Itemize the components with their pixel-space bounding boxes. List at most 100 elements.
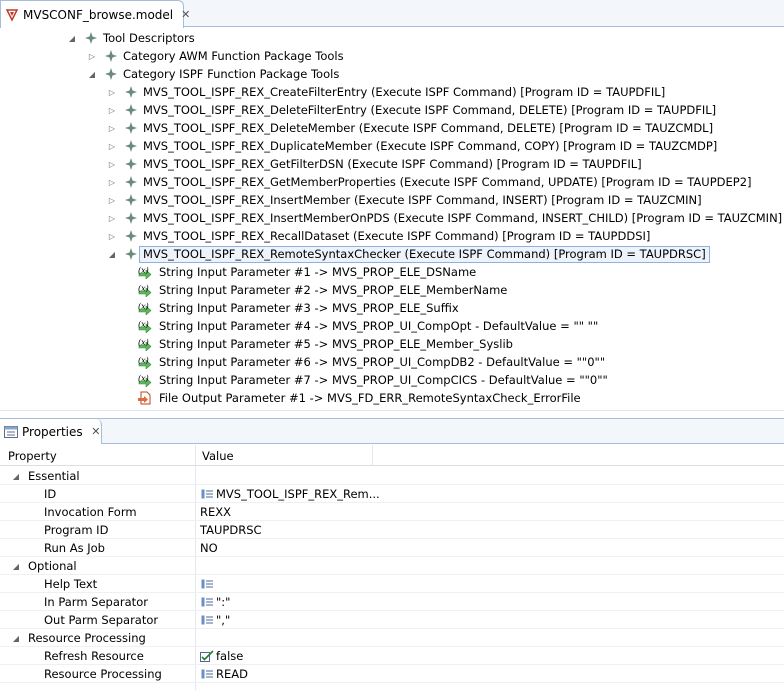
property-value-cell[interactable] [200,575,216,593]
editor-tab-label: MVSCONF_browse.model [23,7,174,22]
tree-node-label: File Output Parameter #1 -> MVS_FD_ERR_R… [159,391,581,405]
tree-node-tool[interactable]: ◢ MVS_TOOL_ISPF_REX_RemoteSyntaxChecker (… [106,245,710,263]
property-name: Program ID [44,523,109,537]
property-group-label: Optional [28,559,77,573]
collapsed-triangle-icon[interactable]: ▷ [106,212,118,224]
property-value-cell[interactable]: "," [200,611,230,629]
property-value-cell[interactable]: MVS_TOOL_ISPF_REX_Rem... [200,485,380,503]
tree-node-category[interactable]: ▷ Category AWM Function Package Tools [86,47,344,65]
string-input-parameter-icon: (x) [136,265,154,279]
property-name: Invocation Form [44,505,137,519]
panel-splitter[interactable] [0,410,784,418]
tree-node-tool[interactable]: ▷ MVS_TOOL_ISPF_REX_GetFilterDSN (Execute… [106,155,642,173]
property-group-row[interactable]: ◢ Essential [0,467,784,485]
collapsed-triangle-icon[interactable]: ▷ [106,140,118,152]
tree-node-parameter[interactable]: (x) String Input Parameter #5 -> MVS_PROP… [136,335,513,353]
tool-icon [124,211,138,225]
tree-node-parameter[interactable]: (x) String Input Parameter #7 -> MVS_PROP… [136,371,608,389]
svg-text:(x): (x) [138,266,149,275]
tree-node-tool[interactable]: ▷ MVS_TOOL_ISPF_REX_GetMemberProperties (… [106,173,752,191]
property-group-label: Resource Processing [28,631,146,645]
svg-text:(x): (x) [138,302,149,311]
tree-node-tool[interactable]: ▷ MVS_TOOL_ISPF_REX_InsertMember (Execute… [106,191,702,209]
property-value-cell[interactable]: REXX [200,503,231,521]
text-icon [200,596,214,608]
collapsed-triangle-icon[interactable]: ▷ [106,230,118,242]
expanded-triangle-icon[interactable]: ◢ [86,68,98,80]
tree-node-label: Category ISPF Function Package Tools [123,67,340,81]
tool-icon [124,103,138,117]
property-group-row[interactable]: ◢ Optional [0,557,784,575]
column-divider[interactable] [372,445,373,466]
tool-descriptor-icon [84,31,98,45]
collapsed-triangle-icon[interactable]: ▷ [106,104,118,116]
tree-node-parameter[interactable]: (x) String Input Parameter #2 -> MVS_PROP… [136,281,507,299]
property-value: READ [216,667,248,681]
property-value: false [216,649,244,663]
property-row[interactable]: ID MVS_TOOL_ISPF_REX_Rem... [0,485,784,503]
tree-node-tool[interactable]: ▷ MVS_TOOL_ISPF_REX_InsertMemberOnPDS (Ex… [106,209,782,227]
property-row[interactable]: Resource Processing READ [0,665,784,683]
tree-node-tool[interactable]: ▷ MVS_TOOL_ISPF_REX_CreateFilterEntry (Ex… [106,83,665,101]
property-group-row[interactable]: ◢ Resource Processing [0,629,784,647]
collapsed-triangle-icon[interactable]: ▷ [86,50,98,62]
tree-node-tool[interactable]: ▷ MVS_TOOL_ISPF_REX_DeleteMember (Execute… [106,119,713,137]
property-value-cell[interactable]: false [200,647,243,665]
tree-node-parameter[interactable]: (x) String Input Parameter #3 -> MVS_PROP… [136,299,459,317]
property-value: TAUPDRSC [200,523,262,537]
property-row[interactable]: Program ID TAUPDRSC [0,521,784,539]
collapsed-triangle-icon[interactable]: ▷ [106,122,118,134]
property-name: Run As Job [44,541,105,555]
close-icon[interactable]: ✕ [181,8,190,21]
property-value-cell[interactable]: TAUPDRSC [200,521,262,539]
svg-text:(x): (x) [138,284,149,293]
collapsed-triangle-icon[interactable]: ▷ [106,176,118,188]
property-row[interactable]: Help Text [0,575,784,593]
property-row[interactable]: Out Parm Separator "," [0,611,784,629]
collapsed-triangle-icon[interactable]: ▷ [106,86,118,98]
tool-descriptor-tree: ◢ Tool Descriptors ▷ Category AWM Functi… [0,28,784,410]
property-row[interactable]: Invocation Form REXX [0,503,784,521]
editor-tab-bar: MVSCONF_browse.model ✕ [0,0,784,28]
tree-node-parameter[interactable]: (x) String Input Parameter #4 -> MVS_PROP… [136,317,598,335]
property-row[interactable]: Run As Job NO [0,539,784,557]
tool-icon [124,229,138,243]
property-row[interactable]: In Parm Separator ":" [0,593,784,611]
category-icon [104,49,118,63]
property-group-label: Essential [28,469,80,483]
text-icon [200,668,214,680]
tree-node-parameter[interactable]: (x) String Input Parameter #1 -> MVS_PROP… [136,263,476,281]
properties-tab[interactable]: Properties ✕ [0,419,102,444]
tool-icon [124,121,138,135]
expanded-triangle-icon[interactable]: ◢ [10,632,22,644]
property-row[interactable]: Refresh Resource false [0,647,784,665]
tree-node-label: Tool Descriptors [103,31,195,45]
tree-node-label: String Input Parameter #7 -> MVS_PROP_UI… [159,373,608,387]
tree-node-tool[interactable]: ▷ MVS_TOOL_ISPF_REX_RecallDataset (Execut… [106,227,650,245]
collapsed-triangle-icon[interactable]: ▷ [106,158,118,170]
tree-node-parameter[interactable]: (x) String Input Parameter #6 -> MVS_PROP… [136,353,605,371]
column-header-property[interactable]: Property [2,445,194,466]
text-icon [200,488,214,500]
tree-node-parameter[interactable]: File Output Parameter #1 -> MVS_FD_ERR_R… [136,389,581,407]
expanded-triangle-icon[interactable]: ◢ [106,248,118,260]
tree-node-label: MVS_TOOL_ISPF_REX_RemoteSyntaxChecker (E… [139,245,710,263]
tree-node-label: String Input Parameter #4 -> MVS_PROP_UI… [159,319,599,333]
checkbox-icon[interactable] [200,650,214,662]
column-header-value[interactable]: Value [196,445,372,466]
property-value-cell[interactable]: ":" [200,593,230,611]
tree-node-tool[interactable]: ▷ MVS_TOOL_ISPF_REX_DeleteFilterEntry (Ex… [106,101,716,119]
tree-node-label: MVS_TOOL_ISPF_REX_CreateFilterEntry (Exe… [143,85,666,99]
collapsed-triangle-icon[interactable]: ▷ [106,194,118,206]
close-icon[interactable]: ✕ [91,425,101,438]
expanded-triangle-icon[interactable]: ◢ [66,32,78,44]
tree-node-category[interactable]: ◢ Category ISPF Function Package Tools [86,65,339,83]
expanded-triangle-icon[interactable]: ◢ [10,470,22,482]
tree-node-tool[interactable]: ▷ MVS_TOOL_ISPF_REX_DuplicateMember (Exec… [106,137,717,155]
editor-tab[interactable]: MVSCONF_browse.model ✕ [0,0,190,28]
expanded-triangle-icon[interactable]: ◢ [10,560,22,572]
tree-node-root[interactable]: ◢ Tool Descriptors [66,29,195,47]
svg-text:(x): (x) [138,320,149,329]
property-value-cell[interactable]: NO [200,539,218,557]
property-value-cell[interactable]: READ [200,665,248,683]
